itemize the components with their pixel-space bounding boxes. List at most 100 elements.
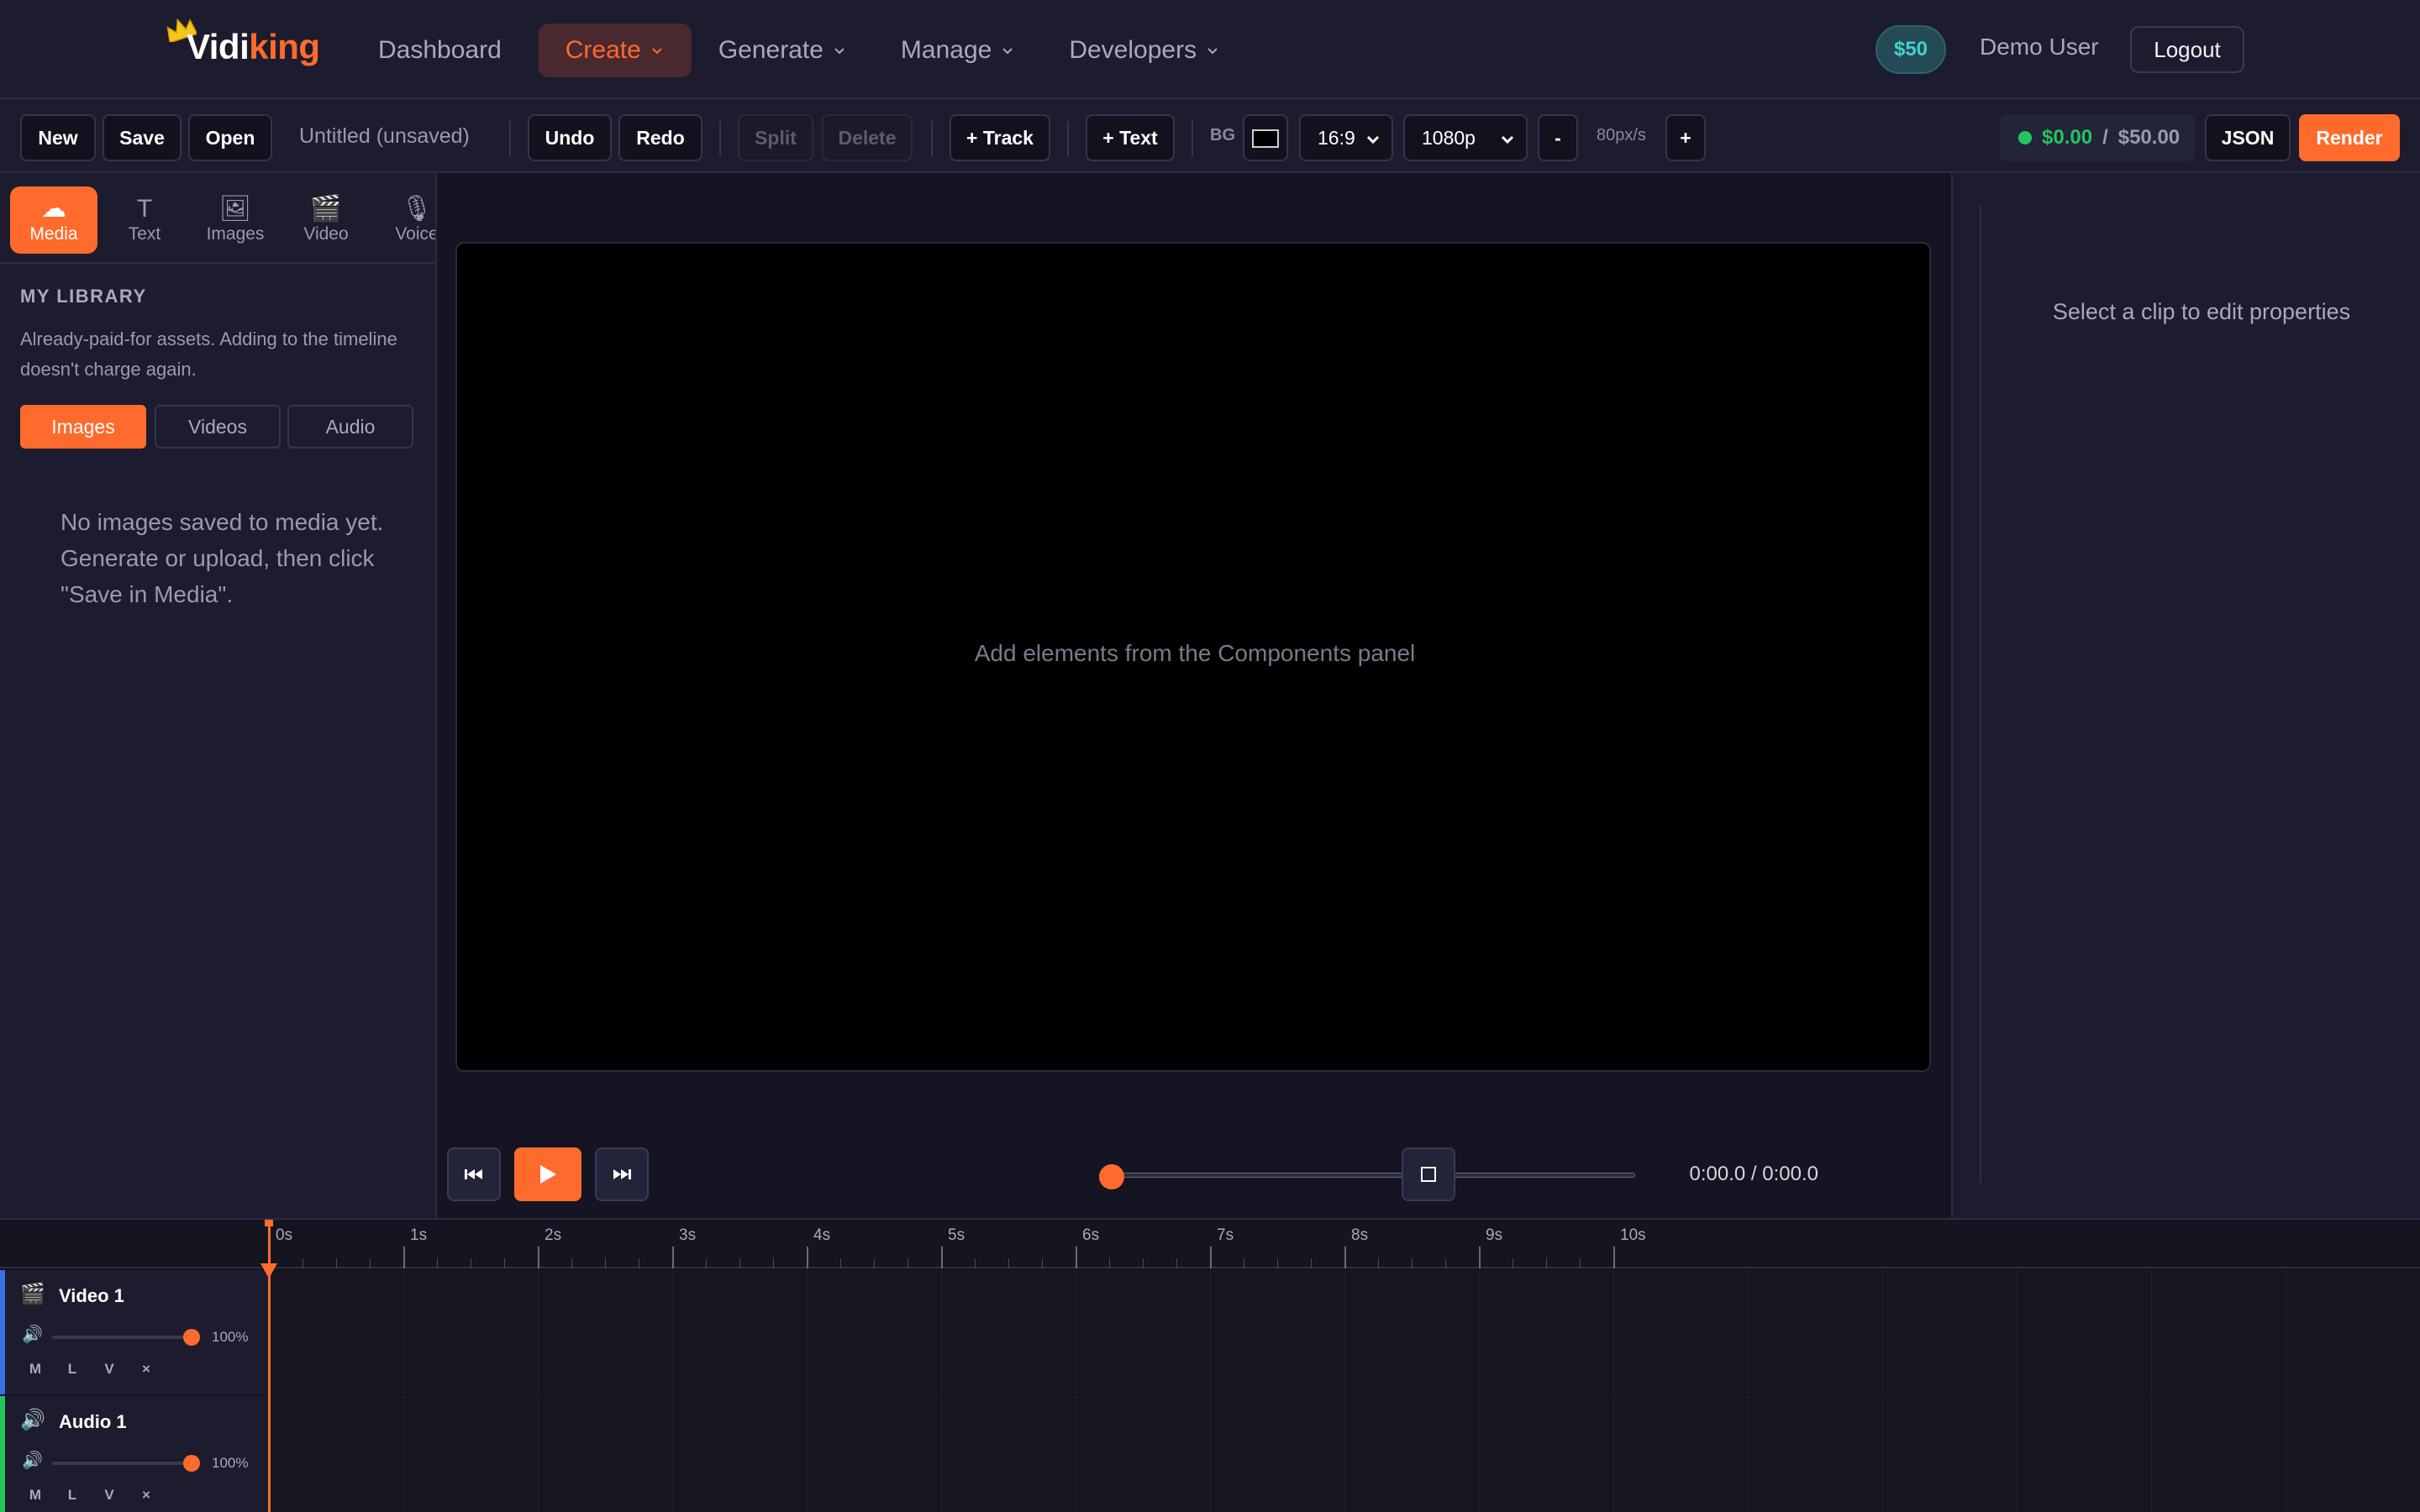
main-menu: Dashboard Create Generate Manage Develop…: [361, 24, 1247, 77]
ruler-spacer: [0, 1220, 269, 1268]
volume-handle[interactable]: [183, 1455, 200, 1472]
preview-canvas[interactable]: Add elements from the Components panel: [455, 242, 1931, 1072]
ruler-tick-label: 0s: [276, 1226, 293, 1244]
track-name[interactable]: Audio 1: [59, 1411, 127, 1433]
nav-create[interactable]: Create: [538, 24, 692, 77]
remove-track-button[interactable]: ×: [136, 1361, 156, 1378]
time-ruler[interactable]: 0s 1s 2s 3s 4s 5s 6s 7s 8s 9s 10s: [269, 1220, 2420, 1268]
nav-generate[interactable]: Generate: [692, 24, 874, 77]
ruler-minor-tick: [504, 1258, 505, 1268]
tab-text[interactable]: T Text: [101, 186, 188, 254]
add-text-button[interactable]: + Text: [1086, 114, 1175, 161]
speaker-icon[interactable]: 🔊: [22, 1324, 43, 1345]
ruler-tick-label: 2s: [544, 1226, 562, 1244]
track-lane[interactable]: [269, 1396, 2420, 1512]
add-track-button[interactable]: + Track: [950, 114, 1050, 161]
nav-dashboard[interactable]: Dashboard: [361, 24, 518, 77]
redo-button[interactable]: Redo: [618, 114, 702, 161]
nav-generate-label: Generate: [718, 36, 823, 64]
nav-developers[interactable]: Developers: [1042, 24, 1247, 77]
ruler-minor-tick: [1412, 1258, 1413, 1268]
json-button[interactable]: JSON: [2205, 114, 2291, 161]
skip-to-start-button[interactable]: [447, 1147, 501, 1201]
time-readout: 0:00.0 / 0:00.0: [1689, 1163, 1818, 1185]
lane-gridline: [807, 1270, 808, 1394]
play-button[interactable]: [514, 1147, 581, 1201]
track-header: 🔊 Audio 1 🔊 100% M L V ×: [0, 1396, 269, 1512]
lock-toggle[interactable]: L: [62, 1361, 82, 1378]
ruler-major-tick: [1613, 1247, 1615, 1268]
mute-toggle[interactable]: M: [25, 1361, 45, 1378]
tab-images-label: Images: [206, 224, 265, 244]
split-button[interactable]: Split: [738, 114, 813, 161]
properties-empty-message: Select a clip to edit properties: [2052, 299, 2351, 324]
editor-toolbar: New Save Open Untitled (unsaved) Undo Re…: [0, 101, 2420, 173]
tab-images[interactable]: 🖼 Images: [192, 186, 279, 254]
scrubber-handle[interactable]: [1099, 1164, 1124, 1189]
nav-manage[interactable]: Manage: [874, 24, 1042, 77]
volume-percent: 100%: [212, 1329, 249, 1345]
project-title[interactable]: Untitled (unsaved): [299, 124, 470, 149]
track-name[interactable]: Video 1: [59, 1285, 124, 1307]
tab-media[interactable]: ☁ Media: [10, 186, 97, 254]
volume-handle[interactable]: [183, 1329, 200, 1346]
ruler-minor-tick: [739, 1258, 740, 1268]
volume-slider[interactable]: [52, 1462, 190, 1465]
zoom-in-button[interactable]: +: [1665, 114, 1706, 161]
stop-button[interactable]: [1402, 1147, 1455, 1201]
logout-button[interactable]: Logout: [2130, 26, 2244, 73]
lane-gridline: [538, 1396, 539, 1512]
tab-voice[interactable]: 🎙 Voice: [373, 186, 435, 254]
playhead-marker[interactable]: [260, 1263, 277, 1278]
ruler-major-tick: [1210, 1247, 1212, 1268]
render-button[interactable]: Render: [2299, 114, 2400, 161]
volume-slider[interactable]: [52, 1336, 190, 1339]
aspect-ratio-select[interactable]: 16:9: [1299, 114, 1393, 161]
lock-toggle[interactable]: L: [62, 1487, 82, 1504]
visibility-toggle[interactable]: V: [99, 1361, 119, 1378]
toolbar-divider: [931, 121, 933, 156]
library-description: Already-paid-for assets. Adding to the t…: [20, 328, 397, 380]
ruler-minor-tick: [1008, 1258, 1009, 1268]
subtab-videos[interactable]: Videos: [155, 405, 281, 449]
open-button[interactable]: Open: [188, 114, 272, 161]
credits-badge[interactable]: $50: [1876, 25, 1946, 74]
lane-gridline: [1613, 1396, 1614, 1512]
track-lane[interactable]: [269, 1270, 2420, 1394]
ruler-minor-tick: [1546, 1258, 1547, 1268]
remove-track-button[interactable]: ×: [136, 1487, 156, 1504]
new-button[interactable]: New: [20, 114, 96, 161]
lane-gridline: [672, 1396, 673, 1512]
logo-text-vidi: Vidi: [187, 27, 250, 66]
chevron-down-icon: [1501, 135, 1514, 144]
mute-toggle[interactable]: M: [25, 1487, 45, 1504]
lane-gridline: [1748, 1396, 1749, 1512]
ruler-minor-tick: [302, 1258, 303, 1268]
lane-gridline: [2151, 1270, 2152, 1394]
skip-to-end-button[interactable]: [595, 1147, 649, 1201]
ruler-minor-tick: [336, 1258, 337, 1268]
save-button[interactable]: Save: [103, 114, 182, 161]
skip-back-icon: [465, 1169, 482, 1179]
undo-button[interactable]: Undo: [528, 114, 612, 161]
visibility-toggle[interactable]: V: [99, 1487, 119, 1504]
ruler-major-tick: [807, 1247, 808, 1268]
ruler-minor-tick: [1512, 1258, 1513, 1268]
speaker-icon[interactable]: 🔊: [22, 1450, 43, 1471]
stop-icon: [1421, 1167, 1436, 1182]
canvas-hint: Add elements from the Components panel: [974, 640, 1416, 666]
ruler-minor-tick: [1176, 1258, 1177, 1268]
tab-video-label: Video: [303, 224, 349, 244]
vidiking-logo[interactable]: Vidiking: [166, 18, 336, 77]
subtab-images[interactable]: Images: [20, 405, 146, 449]
ruler-tick-label: 8s: [1351, 1226, 1369, 1244]
delete-button[interactable]: Delete: [822, 114, 913, 161]
zoom-out-button[interactable]: -: [1538, 114, 1578, 161]
subtab-audio[interactable]: Audio: [287, 405, 413, 449]
user-name[interactable]: Demo User: [1980, 34, 2099, 60]
bg-color-picker[interactable]: [1243, 114, 1288, 161]
lane-gridline: [1748, 1270, 1749, 1394]
tab-video[interactable]: 🎬 Video: [282, 186, 370, 254]
resolution-select[interactable]: 1080p: [1403, 114, 1528, 161]
ruler-minor-tick: [1143, 1258, 1144, 1268]
